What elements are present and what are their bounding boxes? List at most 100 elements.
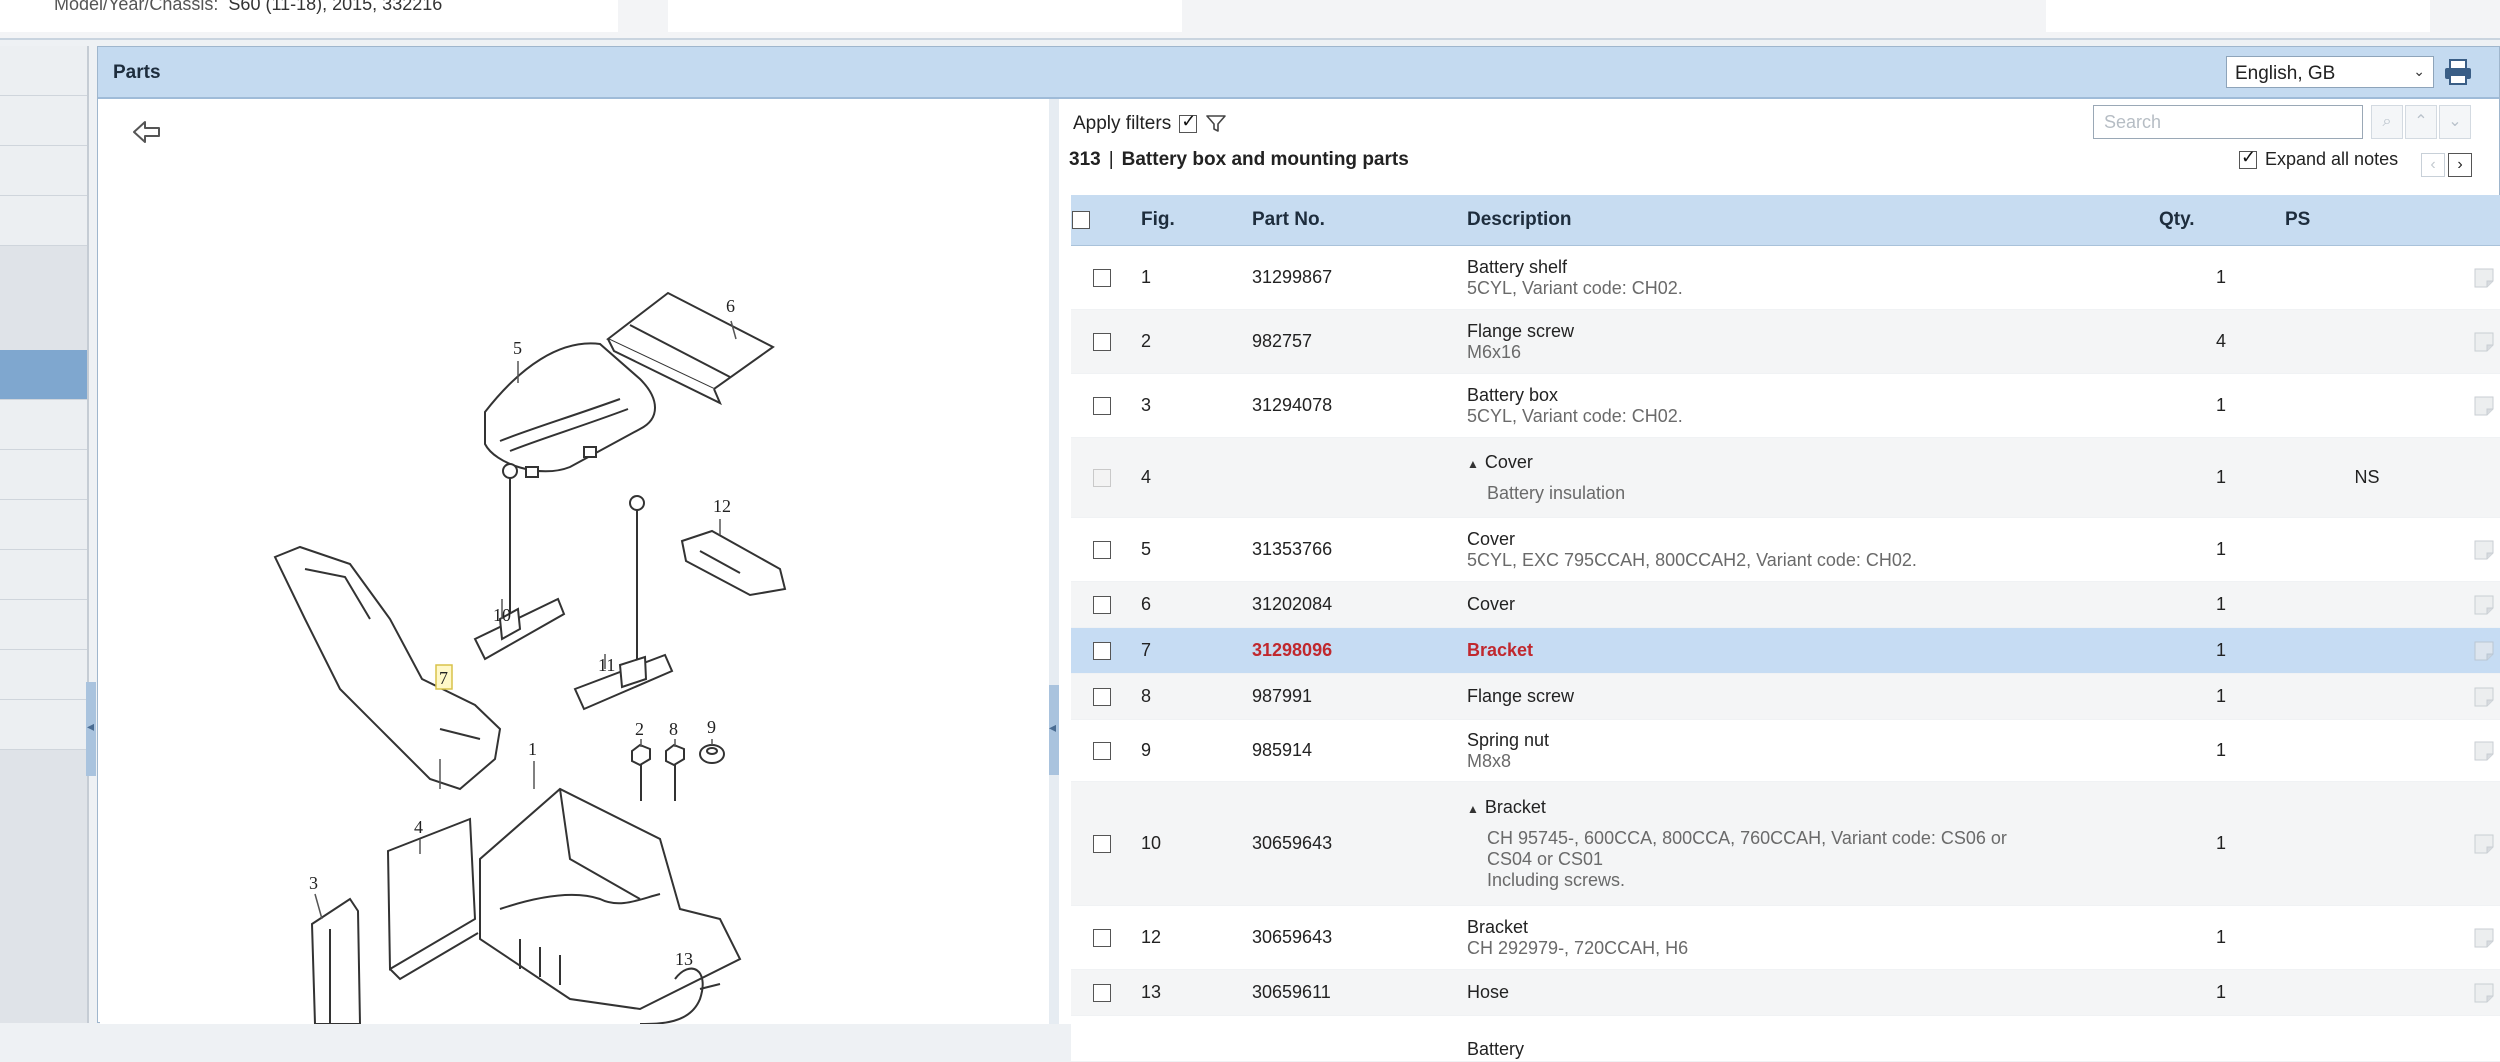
note-icon[interactable] xyxy=(2473,331,2495,353)
note-icon[interactable] xyxy=(2473,267,2495,289)
note-icon[interactable] xyxy=(2473,594,2495,616)
col-qty[interactable]: Qty. xyxy=(2158,195,2284,246)
col-description[interactable]: Description xyxy=(1459,195,2158,246)
part-12-bracket[interactable] xyxy=(680,529,787,597)
col-fig[interactable]: Fig. xyxy=(1133,195,1244,246)
col-ps[interactable]: PS xyxy=(2284,195,2450,246)
nav-row[interactable] xyxy=(0,96,87,146)
row-fig: 8 xyxy=(1133,673,1244,720)
table-row[interactable]: 5 31353766 Cover 5CYL, EXC 795CCAH, 800CC… xyxy=(1071,517,2500,582)
nav-row[interactable] xyxy=(0,146,87,196)
nav-row[interactable] xyxy=(0,500,87,550)
row-checkbox[interactable] xyxy=(1093,596,1111,615)
nav-row[interactable] xyxy=(0,650,87,700)
chevron-up-icon[interactable]: ⌃ xyxy=(2405,105,2437,139)
row-part-no: 987991 xyxy=(1244,673,1459,720)
row-checkbox[interactable] xyxy=(1093,742,1111,761)
language-select[interactable]: English, GB ⌄ xyxy=(2226,56,2434,88)
expand-notes-checkbox[interactable] xyxy=(2239,147,2257,169)
row-checkbox[interactable] xyxy=(1093,397,1111,416)
callout-6: 6 xyxy=(726,296,735,316)
nav-row[interactable] xyxy=(0,700,87,750)
apply-filters-checkbox[interactable] xyxy=(1179,111,1198,133)
row-ps xyxy=(2284,517,2450,582)
note-icon[interactable] xyxy=(2473,395,2495,417)
vehicle-model: Model/Year/Chassis: S60 (11-18), 2015, 33… xyxy=(54,0,442,15)
row-ps xyxy=(2284,627,2450,674)
callout-3: 3 xyxy=(309,873,318,893)
nav-row[interactable] xyxy=(0,450,87,500)
row-checkbox[interactable] xyxy=(1093,835,1111,854)
row-checkbox[interactable] xyxy=(1093,541,1111,560)
row-desc-sub: M6x16 xyxy=(1467,341,1522,362)
search-input[interactable] xyxy=(2093,105,2363,139)
part-11-bracket[interactable] xyxy=(573,495,674,711)
panel-splitter[interactable]: ◂ xyxy=(1049,99,1059,1024)
nav-row[interactable] xyxy=(0,196,87,246)
note-icon[interactable] xyxy=(2473,833,2495,855)
callout-5: 5 xyxy=(513,338,522,358)
collapse-handle[interactable]: ◂ xyxy=(86,682,96,776)
table-row[interactable]: 10 30659643 ▲ Bracket CH 95745-, 600CCA, 8… xyxy=(1071,781,2500,906)
row-desc-main: Flange screw xyxy=(1467,320,1575,341)
row-checkbox[interactable] xyxy=(1093,688,1111,707)
nav-row[interactable] xyxy=(0,600,87,650)
row-checkbox[interactable] xyxy=(1093,929,1111,948)
note-icon[interactable] xyxy=(2473,927,2495,949)
next-page-button[interactable]: › xyxy=(2448,153,2472,177)
splitter-grip[interactable]: ◂ xyxy=(1049,685,1059,775)
part-8-screw[interactable] xyxy=(665,743,685,801)
table-row-selected[interactable]: 7 31298096 Bracket 1 xyxy=(1071,627,2500,674)
table-row[interactable]: 13 30659611 Hose 1 xyxy=(1071,969,2500,1016)
table-row[interactable]: Battery xyxy=(1071,1015,2500,1062)
note-icon[interactable] xyxy=(2473,539,2495,561)
row-checkbox[interactable] xyxy=(1093,642,1111,661)
table-row[interactable]: 8 987991 Flange screw 1 xyxy=(1071,673,2500,720)
table-row[interactable]: 6 31202084 Cover 1 xyxy=(1071,581,2500,628)
nav-row-active[interactable] xyxy=(0,350,87,400)
part-4-insulation[interactable] xyxy=(386,817,479,981)
row-checkbox[interactable] xyxy=(1093,333,1111,352)
row-checkbox[interactable] xyxy=(1093,984,1111,1003)
part-10-bracket[interactable] xyxy=(473,463,566,661)
panel-header: Parts English, GB ⌄ xyxy=(98,47,2499,99)
note-icon[interactable] xyxy=(2473,640,2495,662)
col-part-no[interactable]: Part No. xyxy=(1244,195,1459,246)
chevron-down-icon[interactable]: ⌄ xyxy=(2439,105,2471,139)
row-qty: 1 xyxy=(2158,781,2284,906)
part-7-bracket[interactable] xyxy=(273,545,502,791)
row-fig: 13 xyxy=(1133,969,1244,1016)
row-desc-main: Bracket xyxy=(1467,640,1534,660)
row-description: Flange screw xyxy=(1459,673,2158,720)
row-desc-main: Cover xyxy=(1467,528,1516,549)
collapse-triangle-icon[interactable]: ▲ xyxy=(1467,457,1479,471)
part-5-cover[interactable] xyxy=(484,342,656,478)
part-3-battery-box[interactable] xyxy=(310,897,362,1024)
table-row[interactable]: 2 982757 Flange screw M6x16 4 xyxy=(1071,309,2500,374)
note-icon[interactable] xyxy=(2473,740,2495,762)
filter-icon[interactable] xyxy=(1205,114,1227,134)
table-row[interactable]: 3 31294078 Battery box 5CYL, Variant code… xyxy=(1071,373,2500,438)
table-row[interactable]: 1 31299867 Battery shelf 5CYL, Variant co… xyxy=(1071,245,2500,310)
language-value: English, GB xyxy=(2235,63,2336,84)
note-icon[interactable] xyxy=(2473,686,2495,708)
group-name: Battery box and mounting parts xyxy=(1121,149,1409,170)
nav-row[interactable] xyxy=(0,550,87,600)
row-part-no: 30659643 xyxy=(1244,905,1459,970)
select-all-checkbox[interactable] xyxy=(1072,210,1090,229)
part-2-screw[interactable] xyxy=(631,743,651,801)
search-icon[interactable]: ⌕ xyxy=(2371,105,2403,139)
collapse-triangle-icon[interactable]: ▲ xyxy=(1467,802,1479,816)
printer-icon[interactable] xyxy=(2442,57,2474,87)
note-icon[interactable] xyxy=(2473,982,2495,1004)
table-row[interactable]: 9 985914 Spring nut M8x8 1 xyxy=(1071,719,2500,782)
row-qty: 1 xyxy=(2158,517,2284,582)
nav-row[interactable] xyxy=(0,46,87,96)
table-row[interactable]: 12 30659643 Bracket CH 292979-, 720CCAH, … xyxy=(1071,905,2500,970)
part-9-nut[interactable] xyxy=(699,744,725,764)
nav-row[interactable] xyxy=(0,400,87,450)
row-ps xyxy=(2284,309,2450,374)
row-checkbox[interactable] xyxy=(1093,269,1111,288)
prev-page-button[interactable]: ‹ xyxy=(2421,153,2445,177)
table-row[interactable]: 4 ▲ Cover Battery insulation 1 NS xyxy=(1071,437,2500,518)
